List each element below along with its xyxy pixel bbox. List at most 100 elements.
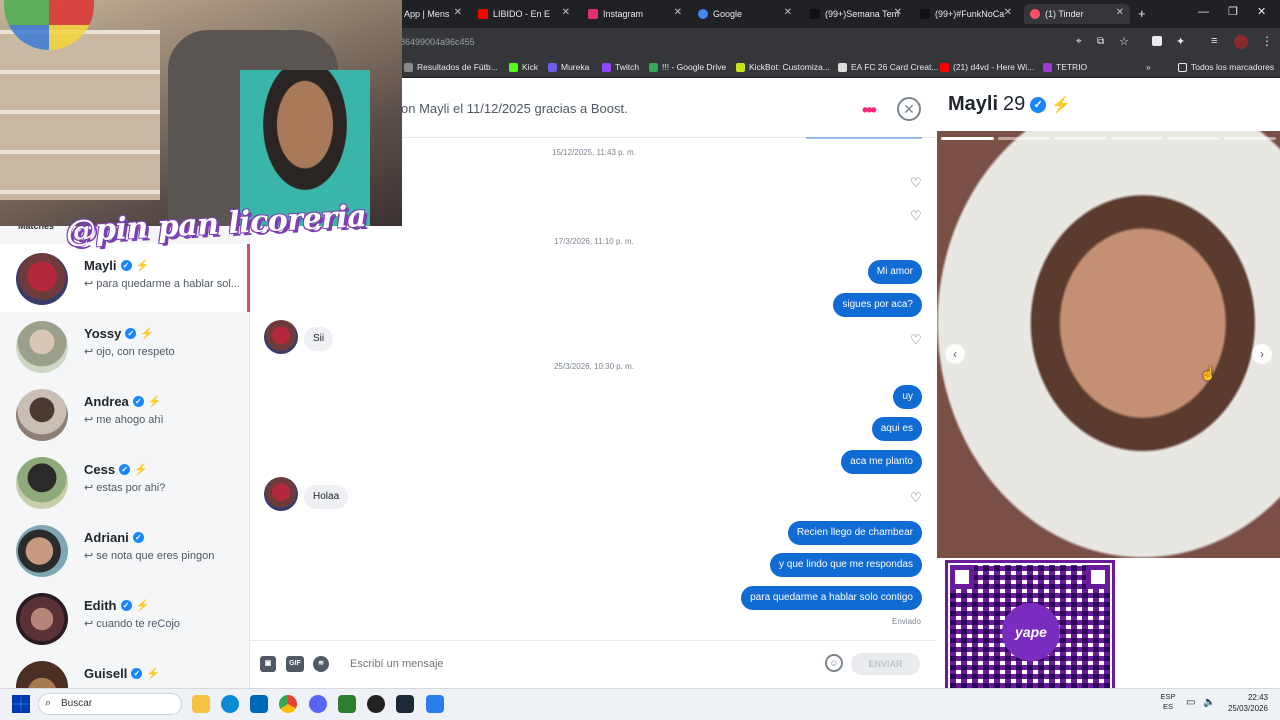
match-avatar[interactable]	[264, 320, 298, 354]
close-icon[interactable]: ✕	[784, 7, 792, 18]
more-options-icon[interactable]: •••	[862, 100, 877, 121]
match-andrea[interactable]: Andrea ✓ ⚡ ↩ me ahogo ahì	[0, 380, 250, 448]
match-preview: ↩ estas por ahi?	[84, 482, 166, 494]
tab-whatsapp[interactable]: App | Mens ✕	[398, 4, 468, 24]
match-name-row: Adriani ✓	[84, 530, 144, 545]
avatar	[16, 593, 68, 645]
close-icon[interactable]: ✕	[1004, 7, 1012, 18]
sent-message: aqui es	[871, 417, 922, 441]
bookmark-results[interactable]: Resultados de Fútb...	[404, 58, 498, 76]
tab-instagram[interactable]: Instagram ✕	[582, 4, 688, 24]
match-name: Cess	[84, 462, 116, 477]
match-name-row: Guisell ✓ ⚡	[84, 666, 160, 681]
qr-finder	[1086, 565, 1110, 589]
gif-button[interactable]: GIF	[286, 656, 304, 672]
menu-icon[interactable]: ⋮	[1261, 34, 1273, 48]
close-icon[interactable]: ✕	[1116, 7, 1124, 18]
tab-label: Instagram	[603, 9, 644, 19]
tab-libido[interactable]: LIBIDO - En E ✕	[472, 4, 576, 24]
bookmark-tetrio[interactable]: TETRIO	[1043, 58, 1087, 76]
all-bookmarks[interactable]: Todos los marcadores	[1178, 58, 1274, 76]
taskbar-search[interactable]: Buscar	[38, 693, 182, 715]
match-name-row: Yossy ✓ ⚡	[84, 326, 154, 341]
sticker-icon[interactable]: ▣	[260, 656, 276, 672]
store-icon[interactable]	[250, 695, 268, 713]
bookmark-mureka[interactable]: Mureka	[548, 58, 589, 76]
bookmark-kickbot[interactable]: KickBot: Customiza...	[736, 58, 830, 76]
windows-start-icon[interactable]	[12, 695, 30, 713]
heart-icon[interactable]: ♡	[910, 332, 922, 348]
profile-name: Mayli	[948, 93, 999, 115]
message-input[interactable]	[350, 656, 810, 672]
match-preview: ↩ para quedarme a hablar sol...	[84, 278, 240, 290]
close-window-icon[interactable]: ✕	[1257, 5, 1266, 18]
avatar	[16, 253, 68, 305]
bookmark-twitch[interactable]: Twitch	[602, 58, 639, 76]
profile-title: Mayli 29 ✓ ⚡	[948, 93, 1071, 116]
heart-icon[interactable]: ♡	[910, 490, 922, 506]
maximize-icon[interactable]: ❐	[1228, 5, 1238, 18]
bookmark-star-icon[interactable]: ☆	[1119, 35, 1129, 48]
puzzle-icon[interactable]: ✦	[1176, 35, 1185, 48]
close-icon[interactable]: ✕	[562, 7, 570, 18]
bookmark-drive[interactable]: !!! - Google Drive	[649, 58, 726, 76]
install-icon[interactable]: ⧉	[1097, 36, 1104, 47]
bookmarks-overflow-icon[interactable]: »	[1146, 58, 1151, 76]
twitch-icon	[602, 62, 611, 72]
next-photo-icon[interactable]: ›	[1252, 344, 1272, 364]
tiktok-icon	[810, 9, 820, 19]
tab-tiktok-1[interactable]: (99+)Semana Tem ✕	[804, 4, 908, 24]
tab-tinder[interactable]: (1) Tinder ✕	[1024, 4, 1130, 24]
chrome-icon[interactable]	[279, 695, 297, 713]
heart-icon[interactable]: ♡	[910, 175, 922, 191]
close-icon[interactable]: ✕	[894, 7, 902, 18]
taskbar-clock[interactable]: 22:43 25/03/2026	[1210, 692, 1268, 714]
url-field[interactable]: 86499004a96c455	[400, 34, 1090, 50]
tab-tiktok-2[interactable]: (99+)#FunkNoCa ✕	[914, 4, 1018, 24]
match-avatar[interactable]	[264, 477, 298, 511]
file-explorer-icon[interactable]	[192, 695, 210, 713]
profile-photo[interactable]	[937, 131, 1280, 558]
match-edith[interactable]: Edith ✓ ⚡ ↩ cuando te reCojo	[0, 584, 250, 652]
boost-bolt-icon: ⚡	[1051, 96, 1072, 114]
match-guisell[interactable]: Guisell ✓ ⚡	[0, 652, 250, 688]
prev-photo-icon[interactable]: ‹	[945, 344, 965, 364]
minimize-icon[interactable]: —	[1198, 6, 1209, 18]
media-icon[interactable]: ≡	[1211, 35, 1217, 47]
bookmark-label: Todos los marcadores	[1191, 62, 1275, 72]
match-name: Edith	[84, 598, 117, 613]
steam-icon[interactable]	[396, 695, 414, 713]
new-tab-icon[interactable]: +	[1138, 6, 1146, 21]
match-preview: ↩ me ahogo ahì	[84, 414, 164, 426]
yape-logo: yape	[1002, 603, 1060, 661]
emoji-icon[interactable]: ☺	[825, 654, 843, 672]
spotify-icon[interactable]: ≋	[313, 656, 329, 672]
extension-icon[interactable]	[1152, 36, 1162, 46]
discord-icon[interactable]	[309, 695, 327, 713]
location-icon[interactable]: ⌖	[1076, 36, 1082, 47]
close-icon[interactable]: ✕	[454, 7, 462, 18]
tab-google[interactable]: Google ✕	[692, 4, 798, 24]
match-adriani[interactable]: Adriani ✓ ↩ se nota que eres pingon	[0, 516, 250, 584]
app-icon[interactable]	[426, 695, 444, 713]
profile-avatar[interactable]	[1234, 35, 1248, 49]
match-cess[interactable]: Cess ✓ ⚡ ↩ estas por ahi?	[0, 448, 250, 516]
close-icon[interactable]: ✕	[674, 7, 682, 18]
match-yossy[interactable]: Yossy ✓ ⚡ ↩ ojo, con respeto	[0, 312, 250, 380]
bookmark-eafc[interactable]: EA FC 26 Card Creat...	[838, 58, 938, 76]
send-button[interactable]: ENVIAR	[851, 653, 920, 675]
close-chat-icon[interactable]: ✕	[897, 97, 921, 121]
obs-icon[interactable]	[367, 695, 385, 713]
verified-icon: ✓	[119, 464, 131, 475]
match-preview: ↩ se nota que eres pingon	[84, 550, 215, 562]
bookmark-kick[interactable]: Kick	[509, 58, 538, 76]
network-icon[interactable]: ▭	[1186, 697, 1195, 708]
bookmark-label: Twitch	[615, 62, 640, 72]
language-indicator[interactable]: ESP ES	[1158, 692, 1178, 712]
sent-message: Mi amor	[867, 260, 922, 284]
bookmark-d4vd[interactable]: (21) d4vd - Here Wi...	[940, 58, 1034, 76]
edge-icon[interactable]	[221, 695, 239, 713]
heart-icon[interactable]: ♡	[910, 208, 922, 224]
notepad-icon[interactable]	[338, 695, 356, 713]
avatar	[16, 525, 68, 577]
